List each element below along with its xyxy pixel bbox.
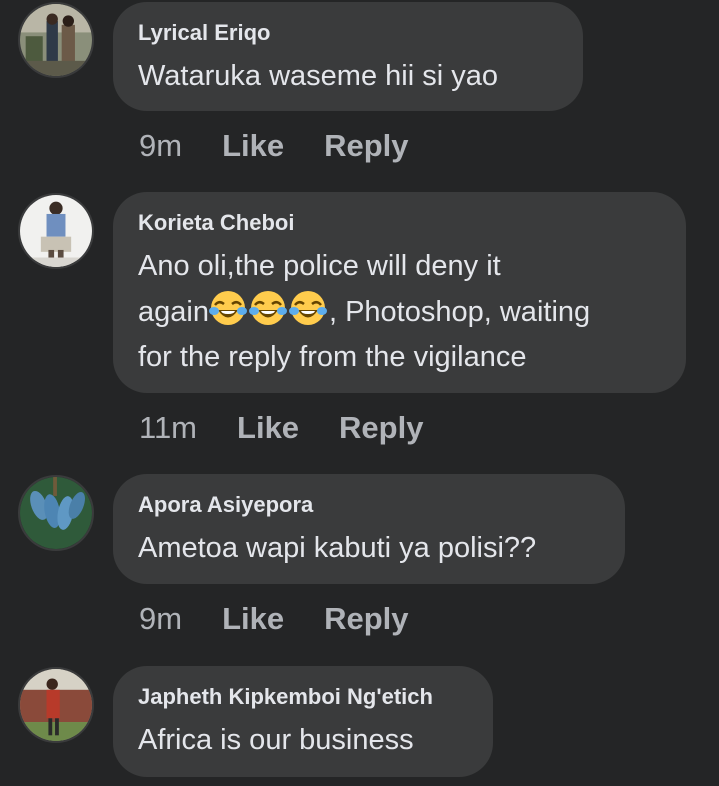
comment-text-segment: again	[138, 296, 209, 328]
avatar[interactable]	[18, 667, 94, 743]
avatar[interactable]	[18, 193, 94, 269]
face-with-tears-of-joy-icon	[208, 289, 247, 327]
comment-bubble: Japheth Kipkemboi Ng'etich Africa is our…	[113, 666, 493, 777]
comment-actions: 11m Like Reply	[139, 410, 423, 446]
comment-bubble: Korieta Cheboi Ano oli,the police will d…	[113, 192, 686, 393]
avatar[interactable]	[18, 475, 94, 551]
avatar-photo	[20, 477, 92, 549]
comment-author[interactable]: Lyrical Eriqo	[138, 18, 557, 48]
avatar[interactable]	[18, 2, 94, 78]
comment-author[interactable]: Japheth Kipkemboi Ng'etich	[138, 682, 467, 712]
like-button[interactable]: Like	[222, 128, 284, 164]
comment-actions: 9m Like Reply	[139, 601, 409, 637]
comment-author[interactable]: Korieta Cheboi	[138, 208, 660, 238]
face-with-tears-of-joy-icon	[288, 289, 327, 327]
comment-text: Ametoa wapi kabuti ya polisi??	[138, 532, 537, 564]
avatar-photo	[20, 669, 92, 741]
comment-text-line: for the reply from the vigilance	[138, 341, 527, 373]
comment-actions: 9m Like Reply	[139, 128, 409, 164]
like-button[interactable]: Like	[222, 601, 284, 637]
reply-button[interactable]: Reply	[339, 410, 423, 446]
comment-author[interactable]: Apora Asiyepora	[138, 490, 599, 520]
reply-button[interactable]: Reply	[324, 601, 408, 637]
comment-text-segment: , Photoshop, waiting	[328, 296, 591, 328]
avatar-photo	[20, 195, 92, 267]
avatar-photo	[20, 4, 92, 76]
comment-text: Africa is our business	[138, 724, 414, 756]
comment-bubble: Lyrical Eriqo Wataruka waseme hii si yao	[113, 2, 583, 111]
comment-feed: Lyrical Eriqo Wataruka waseme hii si yao…	[0, 0, 719, 786]
comment-bubble: Apora Asiyepora Ametoa wapi kabuti ya po…	[113, 474, 625, 584]
face-with-tears-of-joy-icon	[248, 289, 287, 327]
comment-timestamp[interactable]: 9m	[139, 601, 182, 637]
like-button[interactable]: Like	[237, 410, 299, 446]
reply-button[interactable]: Reply	[324, 128, 408, 164]
comment-text-line: Ano oli,the police will deny it	[138, 250, 501, 282]
comment-text: Ano oli,the police will deny it again , P…	[138, 244, 660, 380]
comment-timestamp[interactable]: 9m	[139, 128, 182, 164]
comment-text: Wataruka waseme hii si yao	[138, 60, 498, 92]
comment-timestamp[interactable]: 11m	[139, 410, 197, 446]
comment-text-line: again , Photoshop, waiting	[138, 289, 660, 335]
